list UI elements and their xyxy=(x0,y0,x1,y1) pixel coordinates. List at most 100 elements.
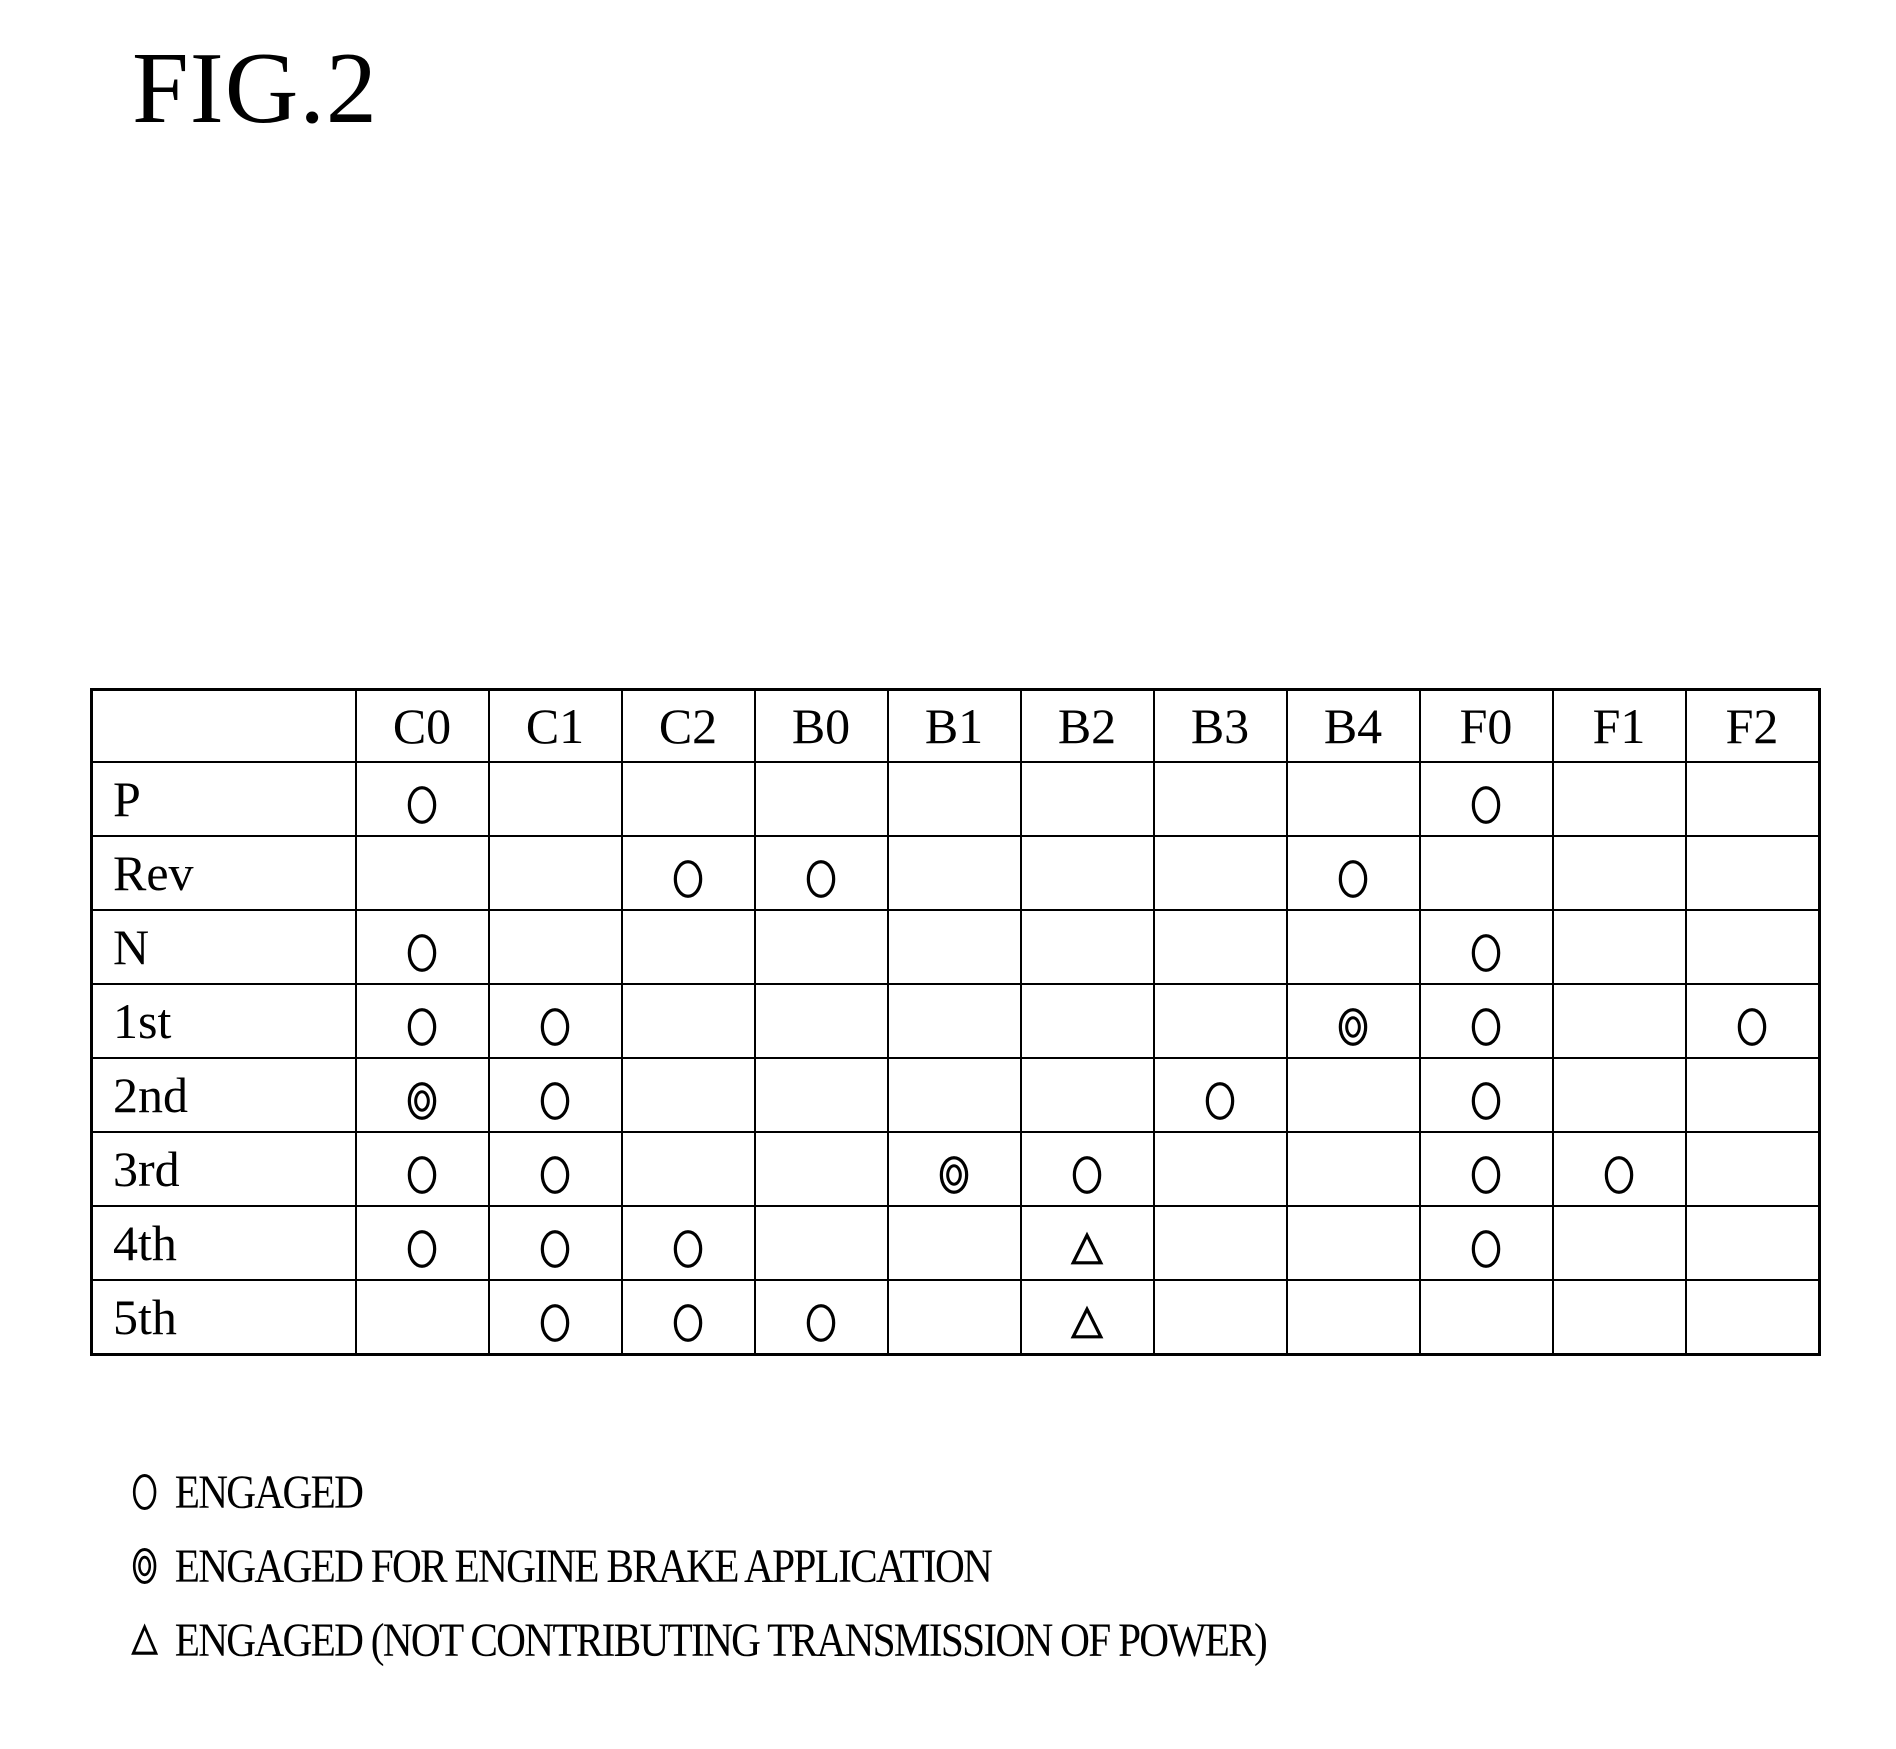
table-cell xyxy=(487,909,623,985)
circle-icon xyxy=(1471,785,1501,824)
table-cell xyxy=(620,1131,756,1207)
circle-icon xyxy=(540,1081,570,1120)
table-cell xyxy=(1285,909,1421,985)
table-cell xyxy=(886,761,1022,837)
engagement-table: C0 C1 C2 B0 B1 B2 B3 B4 F0 F1 F2 P Rev N 1st 2nd 3rd 4th 5… xyxy=(90,688,1821,1356)
double-circle-icon xyxy=(1338,1007,1368,1046)
column-header: B4 xyxy=(1285,688,1421,763)
circle-icon xyxy=(1471,1229,1501,1268)
column-header: B3 xyxy=(1152,688,1288,763)
table-row: N xyxy=(90,909,1820,985)
circle-icon xyxy=(673,859,703,898)
table-cell xyxy=(354,983,490,1059)
table-cell xyxy=(1551,1279,1687,1356)
legend: ENGAGED ENGAGED FOR ENGINE BRAKE APPLICAT… xyxy=(130,1455,1451,1677)
table-cell xyxy=(753,1057,889,1133)
row-label: Rev xyxy=(90,835,357,911)
table-cell xyxy=(1551,835,1687,911)
table-cell xyxy=(886,1057,1022,1133)
table-cell xyxy=(1418,1205,1554,1281)
column-header: F1 xyxy=(1551,688,1687,763)
circle-icon xyxy=(407,785,437,824)
table-row: 2nd xyxy=(90,1057,1820,1133)
table-cell xyxy=(354,1205,490,1281)
circle-icon xyxy=(673,1229,703,1268)
table-cell xyxy=(753,1205,889,1281)
table-cell xyxy=(1551,761,1687,837)
table-cell xyxy=(1684,761,1820,837)
table-row: P xyxy=(90,761,1820,837)
triangle-icon xyxy=(1070,1231,1104,1264)
circle-icon xyxy=(1338,859,1368,898)
triangle-icon xyxy=(131,1623,159,1655)
table-cell xyxy=(1551,983,1687,1059)
legend-label: ENGAGED FOR ENGINE BRAKE APPLICATION xyxy=(174,1539,993,1593)
table-cell xyxy=(620,1057,756,1133)
table-cell xyxy=(1551,909,1687,985)
circle-icon xyxy=(540,1229,570,1268)
table-cell xyxy=(1152,909,1288,985)
table-cell xyxy=(487,761,623,837)
table-cell xyxy=(886,1131,1022,1207)
table-cell xyxy=(753,1279,889,1356)
table-cell xyxy=(886,1205,1022,1281)
circle-icon xyxy=(1072,1155,1102,1194)
table-cell xyxy=(1152,1131,1288,1207)
table-cell xyxy=(1418,761,1554,837)
row-label: 2nd xyxy=(90,1057,357,1133)
table-cell xyxy=(1418,1131,1554,1207)
table-cell xyxy=(1285,761,1421,837)
table-cell xyxy=(1019,1057,1155,1133)
table-row: 5th xyxy=(90,1279,1820,1356)
circle-icon xyxy=(407,1229,437,1268)
column-header: B2 xyxy=(1019,688,1155,763)
circle-icon xyxy=(132,1473,157,1511)
table-cell xyxy=(1285,1131,1421,1207)
column-header: C1 xyxy=(487,688,623,763)
table-cell xyxy=(1019,909,1155,985)
table-cell xyxy=(1152,1057,1288,1133)
table-cell xyxy=(753,1131,889,1207)
table-cell xyxy=(487,1057,623,1133)
table-cell xyxy=(1684,1205,1820,1281)
table-cell xyxy=(1285,983,1421,1059)
row-label: 3rd xyxy=(90,1131,357,1207)
table-cell xyxy=(620,761,756,837)
circle-icon xyxy=(407,933,437,972)
table-cell xyxy=(1684,909,1820,985)
legend-item: ENGAGED (NOT CONTRIBUTING TRANSMISSION O… xyxy=(130,1603,1268,1677)
double-circle-icon xyxy=(132,1547,157,1585)
table-cell xyxy=(1684,1131,1820,1207)
table-cell xyxy=(886,983,1022,1059)
table-cell xyxy=(354,1057,490,1133)
table-cell xyxy=(1019,1131,1155,1207)
table-cell xyxy=(487,1279,623,1356)
legend-item: ENGAGED FOR ENGINE BRAKE APPLICATION xyxy=(130,1529,1266,1603)
circle-icon xyxy=(1471,933,1501,972)
table-cell xyxy=(1551,1131,1687,1207)
column-header: B1 xyxy=(886,688,1022,763)
column-header: F0 xyxy=(1418,688,1554,763)
table-cell xyxy=(886,1279,1022,1356)
table-cell xyxy=(753,983,889,1059)
table-cell xyxy=(620,1279,756,1356)
row-label: 4th xyxy=(90,1205,357,1281)
table-cell xyxy=(1285,1057,1421,1133)
table-cell xyxy=(1152,761,1288,837)
table-cell xyxy=(1019,761,1155,837)
table-cell xyxy=(487,1131,623,1207)
circle-icon xyxy=(806,859,836,898)
table-cell xyxy=(354,1279,490,1356)
table-cell xyxy=(1019,835,1155,911)
table-cell xyxy=(1152,1279,1288,1356)
legend-item: ENGAGED xyxy=(130,1455,1266,1529)
circle-icon xyxy=(1737,1007,1767,1046)
table-cell xyxy=(886,909,1022,985)
table-cell xyxy=(620,983,756,1059)
table-cell xyxy=(354,1131,490,1207)
row-label: 5th xyxy=(90,1279,357,1356)
table-cell xyxy=(1684,1279,1820,1356)
circle-icon xyxy=(540,1303,570,1342)
circle-icon xyxy=(1604,1155,1634,1194)
table-cell xyxy=(487,1205,623,1281)
